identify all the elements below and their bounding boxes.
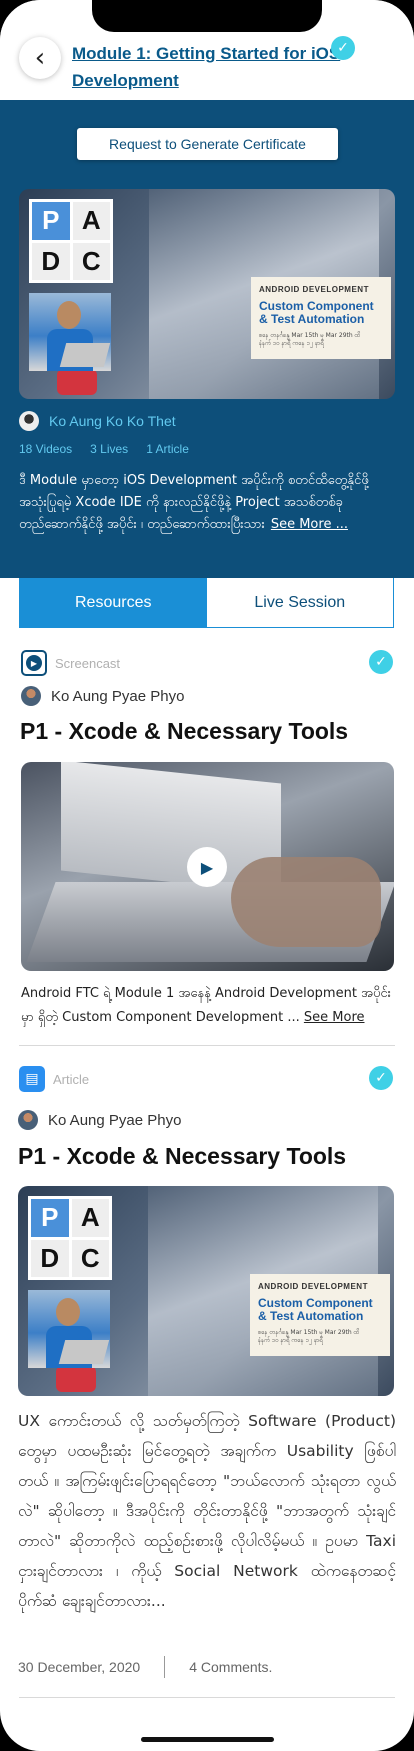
book-icon: ▤ <box>19 1066 45 1092</box>
module-instructor[interactable]: Ko Aung Ko Ko Thet <box>19 411 176 431</box>
tab-resources[interactable]: Resources <box>20 578 207 627</box>
module-title[interactable]: Module 1: Getting Started for iOS Develo… <box>72 40 372 94</box>
avatar <box>18 1110 38 1130</box>
see-more-link[interactable]: See More ... <box>271 517 348 532</box>
check-circle-icon: ✓ <box>331 36 355 60</box>
resource-type: ▤ Article <box>19 1066 89 1092</box>
article-meta: 30 December, 2020 4 Comments. <box>18 1656 272 1678</box>
play-circle-icon: ▶ <box>21 650 47 676</box>
instructor-photo <box>29 293 111 371</box>
lives-count: 3 Lives <box>90 442 129 456</box>
promo-title: Custom Component & Test Automation <box>259 299 374 326</box>
request-certificate-button[interactable]: Request to Generate Certificate <box>77 128 338 160</box>
module-thumbnail: P A D C ANDROID DEVELOPMENT Custom Compo… <box>19 189 395 399</box>
resource-title[interactable]: P1 - Xcode & Necessary Tools <box>20 718 348 745</box>
padc-logo: P A D C <box>28 1196 112 1280</box>
check-circle-icon: ✓ <box>369 1066 393 1090</box>
back-button[interactable]: ‹ <box>19 37 61 79</box>
article-thumbnail[interactable]: P A D C ANDROID DEVELOPMENT Custom Compo… <box>18 1186 394 1396</box>
avatar <box>21 686 41 706</box>
resource-type: ▶ Screencast <box>21 650 120 676</box>
article-date: 30 December, 2020 <box>18 1659 141 1675</box>
chevron-left-icon: ‹ <box>34 43 46 73</box>
module-stats: 18 Videos 3 Lives 1 Article <box>19 442 189 456</box>
resource-title[interactable]: P1 - Xcode & Necessary Tools <box>18 1143 346 1170</box>
promo-title: Custom Component & Test Automation <box>258 1296 373 1323</box>
resource-author: Ko Aung Pyae Phyo <box>21 686 184 706</box>
app-icon-decoration <box>56 1366 96 1392</box>
content-tabs: Resources Live Session <box>19 578 394 628</box>
padc-logo: P A D C <box>29 199 113 283</box>
promo-banner: ANDROID DEVELOPMENT Custom Component & T… <box>250 1274 390 1356</box>
article-excerpt: UX ကောင်းတယ် လို့ သတ်မှတ်ကြတဲ့ Software … <box>18 1412 396 1610</box>
app-screen: ‹ Module 1: Getting Started for iOS Deve… <box>0 0 414 1751</box>
avatar <box>19 411 39 431</box>
resource-author: Ko Aung Pyae Phyo <box>18 1110 181 1130</box>
tab-live-session[interactable]: Live Session <box>206 578 393 627</box>
articles-count: 1 Article <box>146 442 189 456</box>
meta-separator <box>164 1656 166 1678</box>
videos-count: 18 Videos <box>19 442 73 456</box>
comments-count[interactable]: 4 Comments. <box>189 1659 272 1675</box>
promo-banner: ANDROID DEVELOPMENT Custom Component & T… <box>251 277 391 359</box>
instructor-name: Ko Aung Ko Ko Thet <box>49 413 176 429</box>
divider <box>19 1697 395 1698</box>
home-indicator[interactable] <box>141 1737 274 1742</box>
instructor-photo <box>28 1290 110 1368</box>
app-icon-decoration <box>57 369 97 395</box>
video-thumbnail[interactable]: ▶ <box>21 762 394 971</box>
see-more-link[interactable]: See More <box>304 1010 365 1025</box>
device-notch <box>92 0 322 32</box>
module-description: ဒီ Module မှာတော့ iOS Development အပိုင်… <box>19 473 369 532</box>
play-icon[interactable]: ▶ <box>187 847 227 887</box>
resource-caption: Android FTC ရဲ့ Module 1 အနေနဲ့ Android … <box>21 986 391 1025</box>
divider <box>19 1045 395 1046</box>
check-circle-icon: ✓ <box>369 650 393 674</box>
